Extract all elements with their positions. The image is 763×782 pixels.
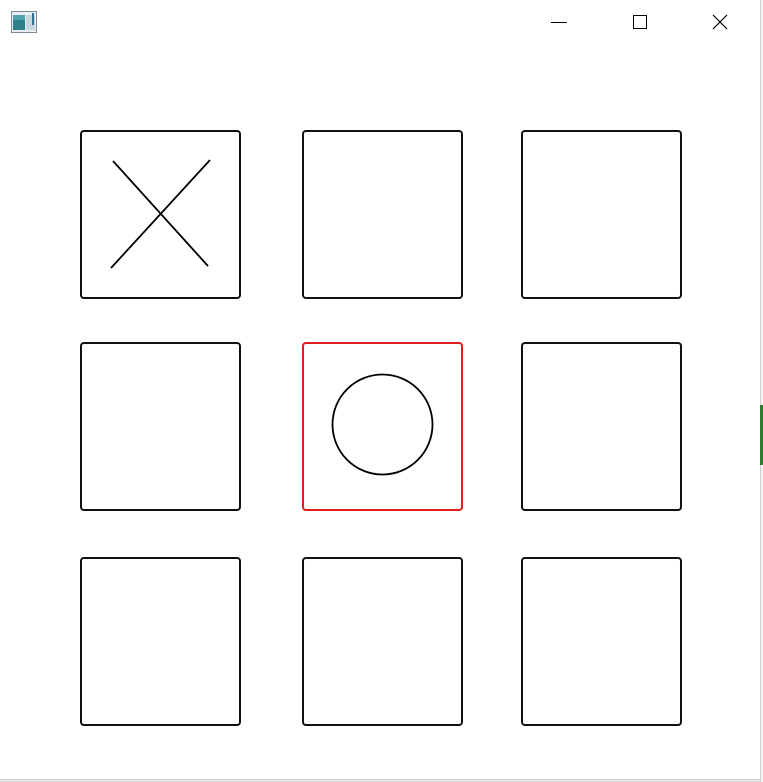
minimize-button[interactable] xyxy=(536,0,582,44)
board-cell-r1c1[interactable] xyxy=(80,130,241,299)
close-icon xyxy=(712,14,728,30)
board-cell-r2c2[interactable] xyxy=(302,342,463,511)
x-mark xyxy=(110,159,211,269)
board-cell-r1c3[interactable] xyxy=(521,130,682,299)
app-window-icon[interactable] xyxy=(11,11,37,33)
o-mark xyxy=(331,373,434,476)
board-cell-r1c2[interactable] xyxy=(302,130,463,299)
title-bar xyxy=(0,0,760,44)
board-cell-r3c3[interactable] xyxy=(521,557,682,726)
maximize-icon xyxy=(633,15,647,29)
maximize-button[interactable] xyxy=(617,0,663,44)
board-cell-r3c1[interactable] xyxy=(80,557,241,726)
minimize-icon xyxy=(551,22,567,23)
board-cell-r3c2[interactable] xyxy=(302,557,463,726)
board-cell-r2c3[interactable] xyxy=(521,342,682,511)
board-cell-r2c1[interactable] xyxy=(80,342,241,511)
close-button[interactable] xyxy=(697,0,743,44)
